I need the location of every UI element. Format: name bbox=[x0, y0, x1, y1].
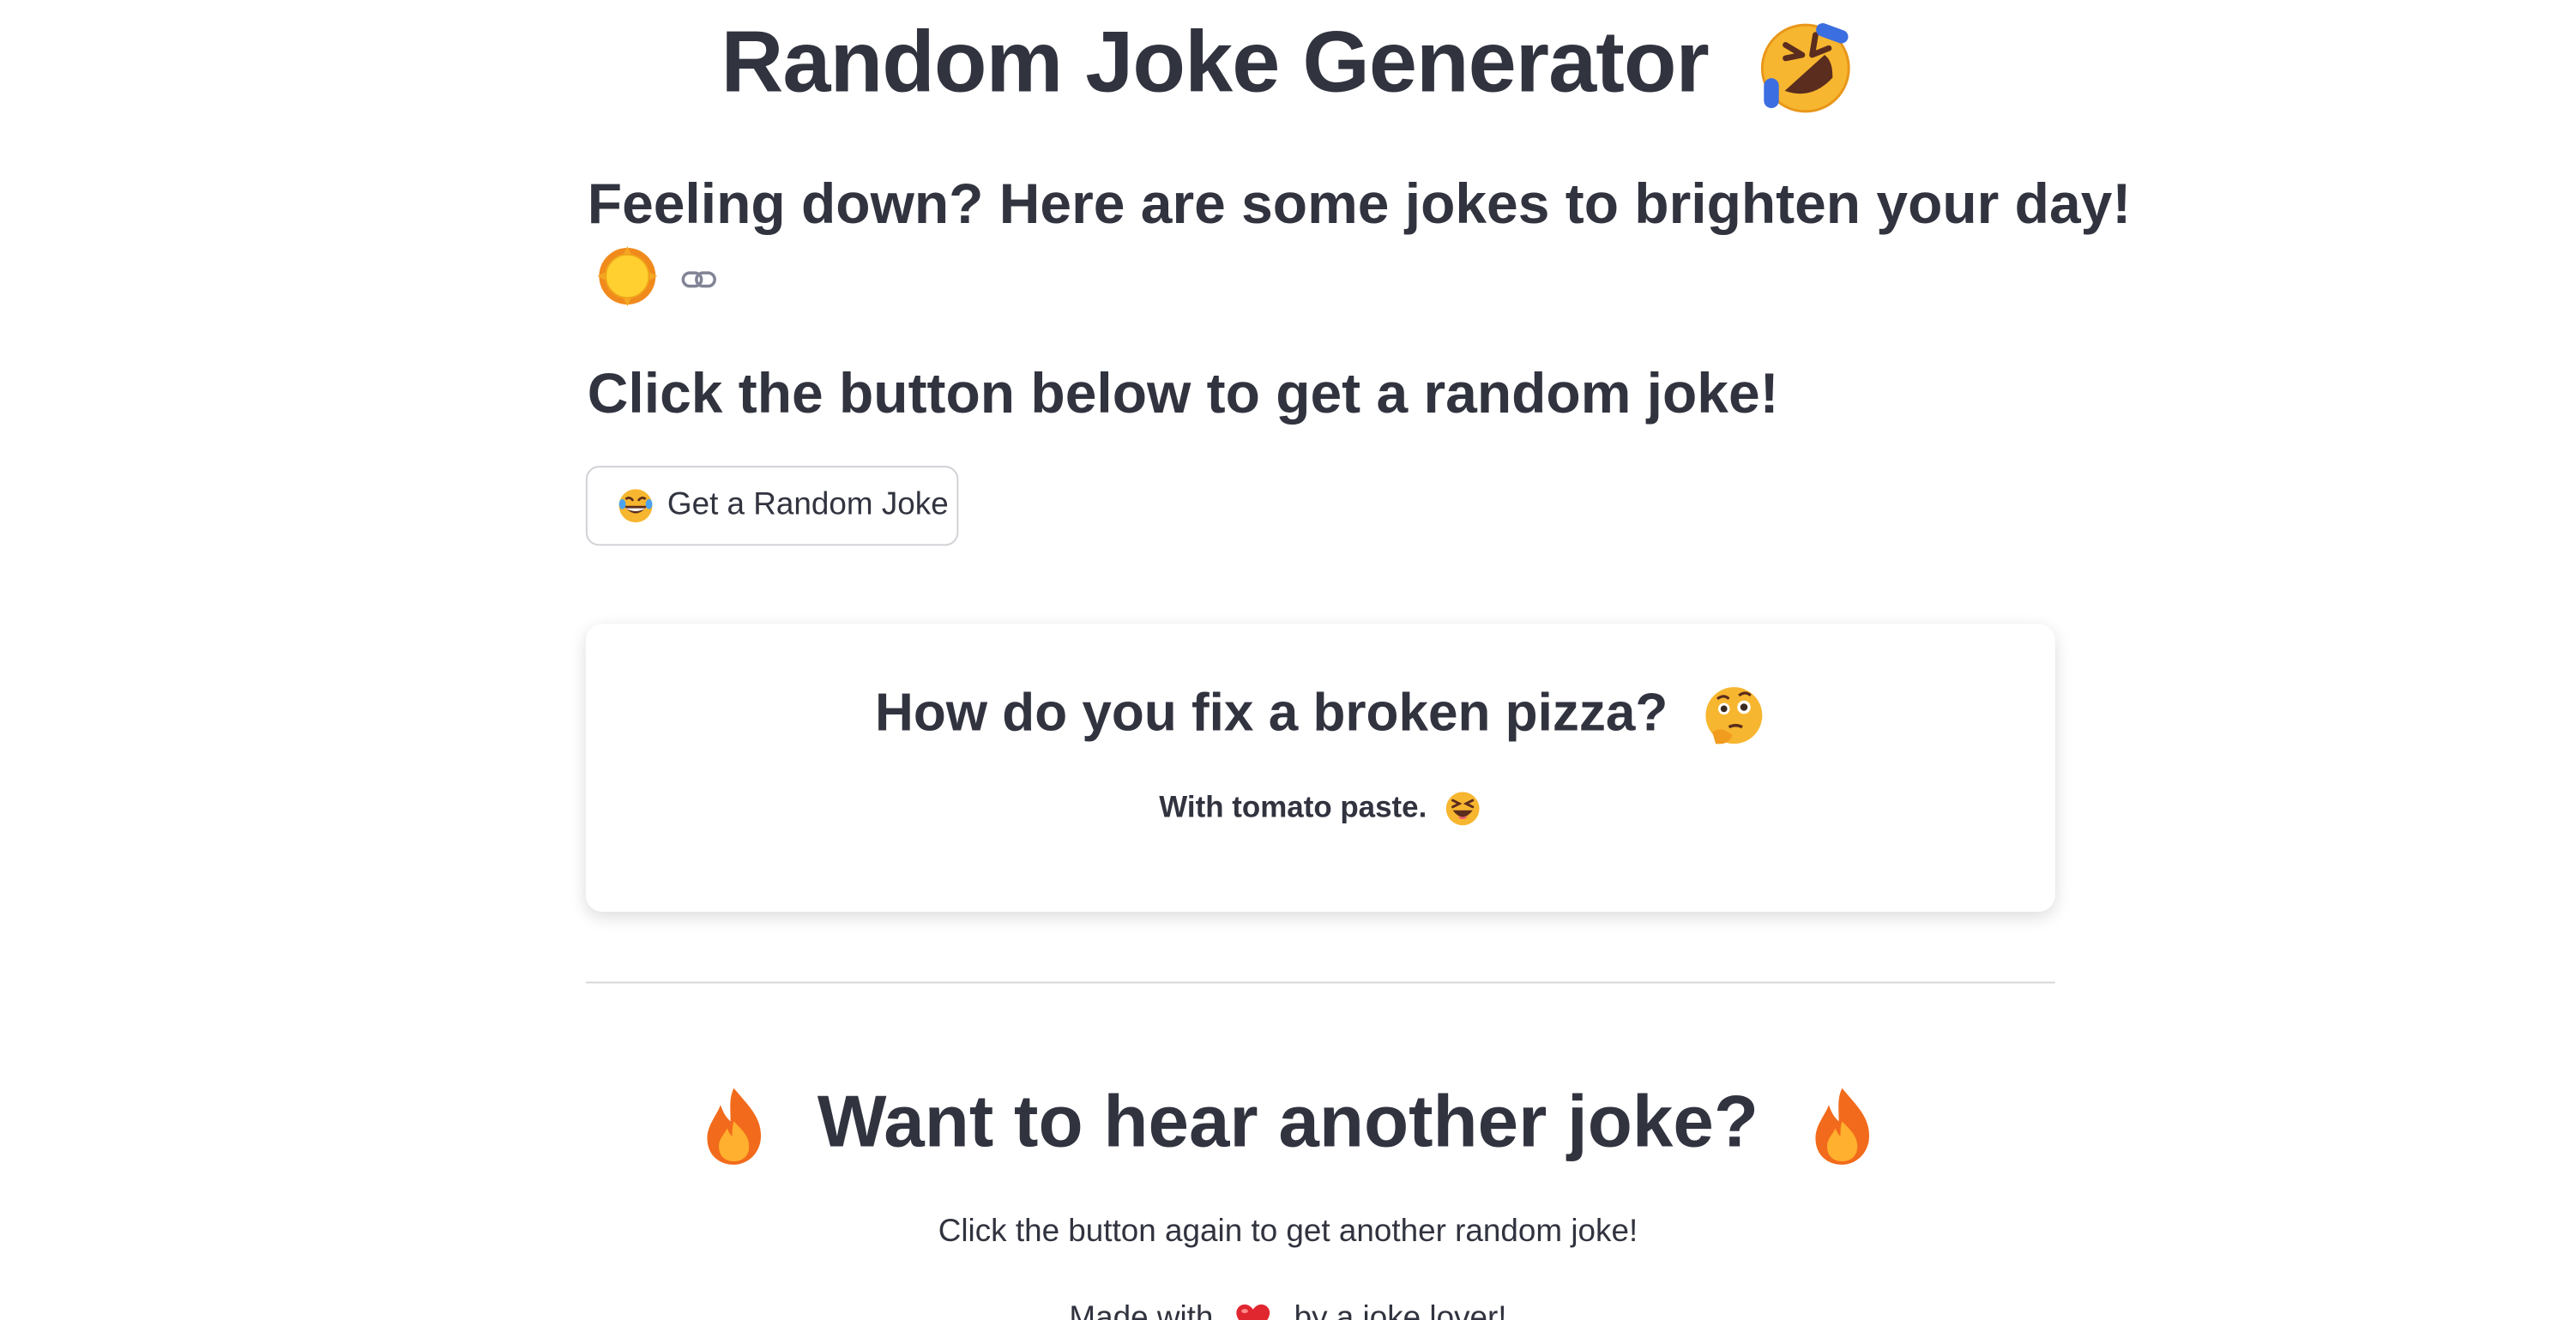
get-random-joke-label: Get a Random Joke bbox=[667, 487, 949, 523]
footer: Made with by a joke lover! bbox=[0, 1301, 2576, 1320]
joke-punchline-text: With tomato paste. bbox=[1159, 790, 1427, 824]
thinking-face-icon bbox=[1705, 686, 1763, 744]
sun-icon bbox=[597, 246, 658, 306]
joke-card: How do you fix a broken pizza? With toma… bbox=[585, 624, 2055, 913]
get-random-joke-button[interactable]: Get a Random Joke bbox=[585, 466, 959, 546]
instructions-heading: Click the button below to get a random j… bbox=[587, 362, 1779, 426]
app-page: Random Joke Generator Feeling down? Here… bbox=[0, 0, 2576, 1320]
fire-icon-left bbox=[707, 1088, 762, 1166]
red-heart-icon bbox=[1237, 1304, 1270, 1320]
rolling-on-floor-laughing-icon bbox=[1760, 23, 1850, 113]
another-joke-subtext: Click the button again to get another ra… bbox=[938, 1215, 1638, 1250]
fire-icon-right bbox=[1815, 1088, 1870, 1166]
intro-heading: Feeling down? Here are some jokes to bri… bbox=[587, 172, 2132, 237]
joke-punchline: With tomato paste. bbox=[586, 790, 2055, 827]
page-title-text: Random Joke Generator bbox=[721, 15, 1710, 112]
joke-setup-text: How do you fix a broken pizza? bbox=[875, 682, 1668, 743]
divider bbox=[585, 981, 2055, 984]
joke-setup: How do you fix a broken pizza? bbox=[586, 682, 2055, 748]
tears-of-joy-icon bbox=[618, 489, 653, 523]
squinting-laughing-icon bbox=[1446, 792, 1481, 826]
page-title: Random Joke Generator bbox=[0, 14, 2576, 119]
another-joke-heading: Want to hear another joke? bbox=[0, 1082, 2576, 1169]
another-joke-heading-text: Want to hear another joke? bbox=[817, 1081, 1759, 1163]
link-icon[interactable] bbox=[680, 266, 717, 292]
footer-prefix: Made with bbox=[1069, 1301, 1214, 1320]
footer-suffix: by a joke lover! bbox=[1294, 1301, 1507, 1320]
